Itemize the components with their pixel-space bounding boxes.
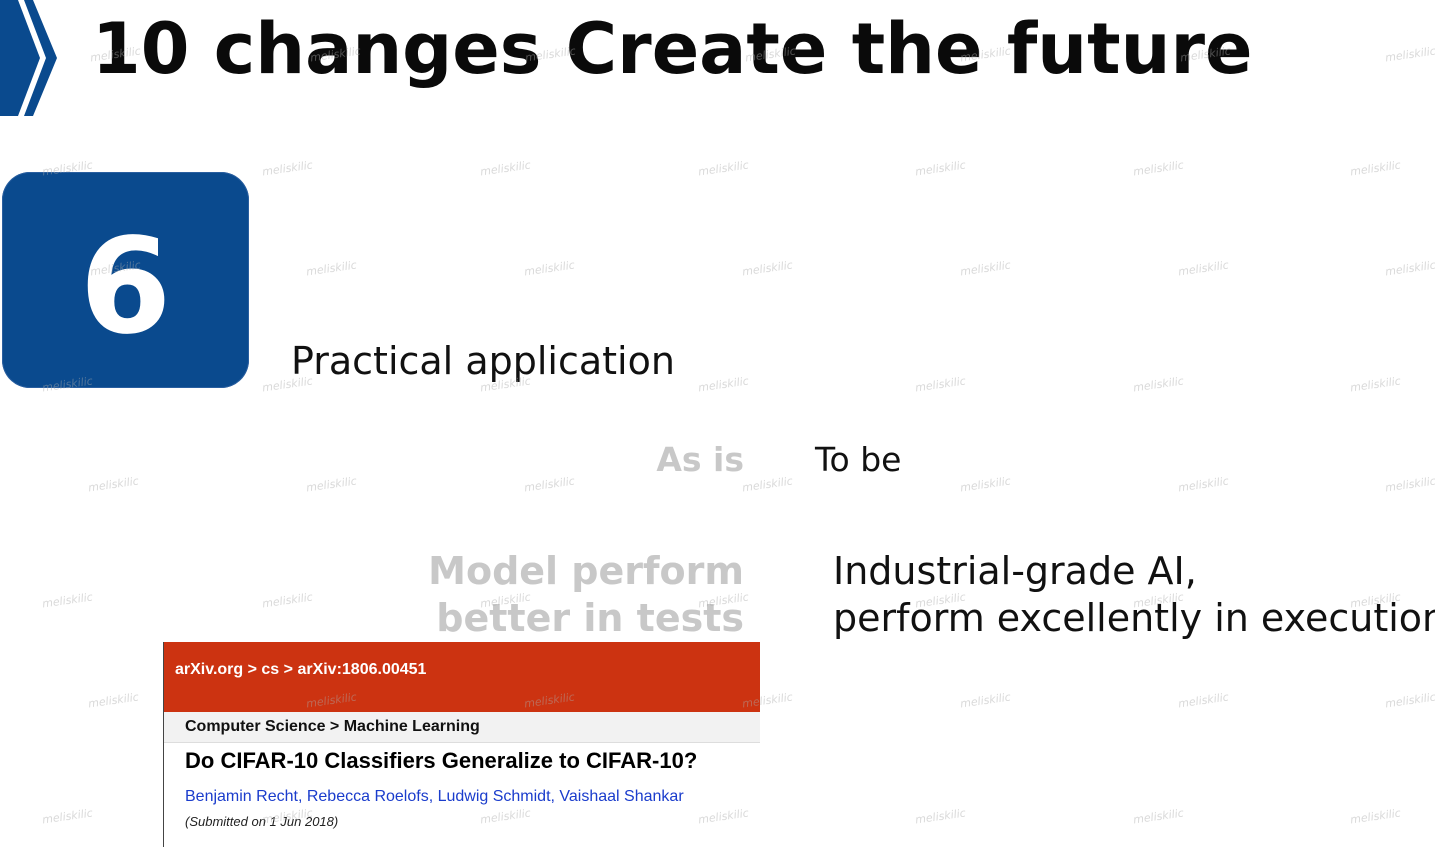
watermark-text: meliskilic (959, 474, 1012, 495)
watermark-text: meliskilic (1132, 158, 1185, 179)
arxiv-paper-title: Do CIFAR-10 Classifiers Generalize to CI… (185, 748, 698, 773)
author-link[interactable]: Benjamin Recht (185, 788, 298, 805)
arxiv-category: Computer Science > Machine Learning (164, 712, 760, 743)
to-be-line: perform excellently in execution (833, 596, 1435, 640)
watermark-text: meliskilic (914, 374, 967, 395)
author-link[interactable]: Rebecca Roelofs (307, 788, 429, 805)
watermark-text: meliskilic (1384, 474, 1435, 495)
arxiv-screenshot: arXiv.org > cs > arXiv:1806.00451 Comput… (163, 642, 760, 847)
watermark-text: meliskilic (523, 258, 576, 279)
watermark-text: meliskilic (1177, 690, 1230, 711)
author-link[interactable]: Ludwig Schmidt (438, 788, 551, 805)
watermark-text: meliskilic (1177, 474, 1230, 495)
slide-title: 10 changes Create the future (92, 8, 1253, 90)
watermark-text: meliskilic (914, 158, 967, 179)
watermark-text: meliskilic (87, 474, 140, 495)
watermark-text: meliskilic (959, 258, 1012, 279)
watermark-text: meliskilic (41, 806, 94, 827)
watermark-text: meliskilic (305, 258, 358, 279)
watermark-text: meliskilic (479, 158, 532, 179)
watermark-text: meliskilic (305, 474, 358, 495)
watermark-text: meliskilic (959, 690, 1012, 711)
number-value: 6 (79, 210, 172, 364)
to-be-line: Industrial-grade AI, (833, 549, 1197, 593)
watermark-text: meliskilic (1132, 374, 1185, 395)
watermark-text: meliskilic (1384, 44, 1435, 65)
as-is-line: Model perform (428, 549, 744, 593)
watermark-text: meliskilic (261, 158, 314, 179)
author-link[interactable]: Vaishaal Shankar (559, 788, 683, 805)
watermark-text: meliskilic (697, 158, 750, 179)
to-be-description: Industrial-grade AI, perform excellently… (833, 548, 1435, 642)
arxiv-authors: Benjamin Recht, Rebecca Roelofs, Ludwig … (185, 788, 684, 805)
section-subtitle: Practical application (291, 339, 675, 383)
arxiv-breadcrumb: arXiv.org > cs > arXiv:1806.00451 (164, 642, 760, 712)
watermark-text: meliskilic (914, 806, 967, 827)
arxiv-submitted-date: (Submitted on 1 Jun 2018) (185, 814, 339, 829)
watermark-text: meliskilic (87, 690, 140, 711)
watermark-text: meliskilic (697, 374, 750, 395)
as-is-line: better in tests (436, 596, 744, 640)
to-be-label: To be (815, 440, 902, 479)
watermark-text: meliskilic (1349, 806, 1402, 827)
watermark-text: meliskilic (41, 590, 94, 611)
watermark-text: meliskilic (741, 474, 794, 495)
watermark-text: meliskilic (1384, 690, 1435, 711)
watermark-text: meliskilic (741, 258, 794, 279)
watermark-text: meliskilic (1384, 258, 1435, 279)
watermark-text: meliskilic (1349, 374, 1402, 395)
as-is-label: As is (656, 440, 744, 479)
as-is-description: Model perform better in tests (428, 548, 744, 642)
watermark-text: meliskilic (1132, 806, 1185, 827)
watermark-text: meliskilic (1349, 158, 1402, 179)
number-badge: 6 (2, 172, 249, 388)
watermark-text: meliskilic (1177, 258, 1230, 279)
watermark-text: meliskilic (523, 474, 576, 495)
chevron-right-icon (0, 0, 57, 116)
watermark-text: meliskilic (261, 590, 314, 611)
